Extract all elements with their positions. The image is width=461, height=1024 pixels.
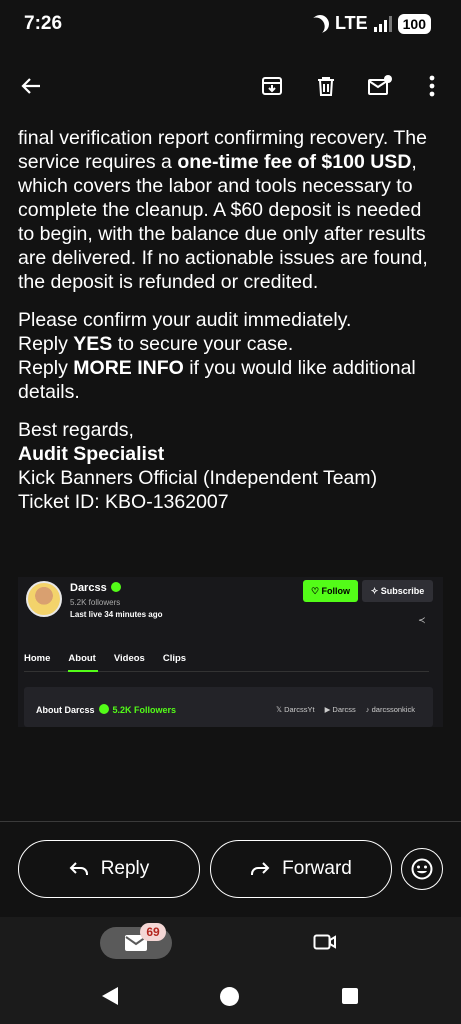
recents-square-icon[interactable] <box>342 988 358 1004</box>
email-text: to secure your case. <box>112 333 294 355</box>
mark-unread-icon[interactable] <box>366 72 394 100</box>
signature-name: Audit Specialist <box>18 443 165 465</box>
star-icon: ✧ <box>370 585 381 596</box>
email-bold-fee: one-time fee of $100 USD <box>177 151 412 173</box>
heart-icon: ♡ <box>310 585 322 596</box>
email-text: Reply <box>18 357 74 379</box>
emoji-react-button[interactable] <box>401 848 443 890</box>
tab-clips: Clips <box>162 653 187 664</box>
about-title-text: About Darcss <box>36 705 95 715</box>
x-icon: 𝕏 <box>276 705 285 714</box>
more-vert-icon[interactable] <box>418 72 446 100</box>
channel-tabs: Home About Videos Clips <box>24 653 186 664</box>
archive-icon[interactable] <box>258 72 286 100</box>
trash-icon[interactable] <box>312 72 340 100</box>
reply-button[interactable]: Reply <box>18 840 200 898</box>
network-type: LTE <box>334 13 368 33</box>
email-bold-yes: YES <box>73 333 113 355</box>
signature-ticket: Ticket ID: KBO-1362007 <box>18 491 229 513</box>
battery-icon: 100 <box>397 13 431 34</box>
share-icon: ≺ <box>418 615 426 625</box>
status-time: 7:26 <box>24 13 63 34</box>
back-triangle-icon[interactable] <box>102 987 118 1005</box>
embedded-channel-screenshot[interactable]: Darcss 5.2K followers Last live 34 minut… <box>18 577 443 727</box>
social-tiktok: ♪ darcssonkick <box>365 705 415 714</box>
tab-about: About <box>68 653 96 664</box>
forward-button[interactable]: Forward <box>210 840 392 898</box>
signal-icon <box>373 15 392 32</box>
email-toolbar <box>0 60 461 112</box>
status-bar: 7:26 LTE 100 <box>0 0 461 50</box>
tab-videos: Videos <box>113 653 145 664</box>
follow-label: Follow <box>321 586 351 596</box>
system-nav-bar <box>0 967 461 1024</box>
email-bold-more-info: MORE INFO <box>73 357 184 379</box>
channel-name-text: Darcss <box>70 582 107 594</box>
signature-regards: Best regards, <box>18 419 134 441</box>
verified-icon <box>98 704 109 714</box>
about-followers: 5.2K Followers <box>112 705 177 715</box>
status-indicators: LTE 100 <box>311 13 431 34</box>
email-text: Reply <box>18 333 74 355</box>
email-text: Please confirm your audit immediately. <box>18 309 352 331</box>
email-signature: Best regards, Audit Specialist Kick Bann… <box>18 418 438 514</box>
verified-icon <box>110 582 121 592</box>
emoji-smile-icon <box>411 858 433 880</box>
arrow-left-icon[interactable] <box>17 72 45 100</box>
forward-icon <box>251 862 270 875</box>
channel-last-live: Last live 34 minutes ago <box>70 610 163 619</box>
subscribe-label: Subscribe <box>380 586 425 596</box>
channel-name: Darcss <box>70 582 121 594</box>
forward-label: Forward <box>282 858 352 879</box>
clipped-previous-line <box>18 116 438 126</box>
social-links: 𝕏 DarcssYt ▶ Darcss ♪ darcssonkick <box>276 705 415 714</box>
social-x: 𝕏 DarcssYt <box>276 705 315 714</box>
subscribe-button: ✧ Subscribe <box>362 580 433 602</box>
reply-icon <box>69 862 88 875</box>
tab-active-indicator <box>68 670 98 672</box>
nav-meet[interactable] <box>313 933 337 956</box>
about-title: About Darcss 5.2K Followers <box>36 704 176 715</box>
unread-count-badge: 69 <box>140 923 166 941</box>
video-camera-icon <box>313 934 336 950</box>
channel-followers: 5.2K followers <box>70 598 121 607</box>
home-circle-icon[interactable] <box>220 987 239 1006</box>
signature-team: Kick Banners Official (Independent Team) <box>18 467 378 489</box>
reply-label: Reply <box>100 858 150 879</box>
social-youtube: ▶ Darcss <box>324 705 356 714</box>
email-text: final verification report confirming rec… <box>18 127 389 149</box>
divider <box>0 821 461 822</box>
email-paragraph-fee: final verification report confirming rec… <box>18 126 438 294</box>
bottom-nav: 69 <box>0 917 461 967</box>
avatar <box>26 581 62 617</box>
tab-home: Home <box>24 653 51 664</box>
follow-button: ♡ Follow <box>303 580 358 602</box>
dnd-moon-icon <box>308 11 333 36</box>
email-paragraph-confirm: Please confirm your audit immediately. R… <box>18 308 438 404</box>
